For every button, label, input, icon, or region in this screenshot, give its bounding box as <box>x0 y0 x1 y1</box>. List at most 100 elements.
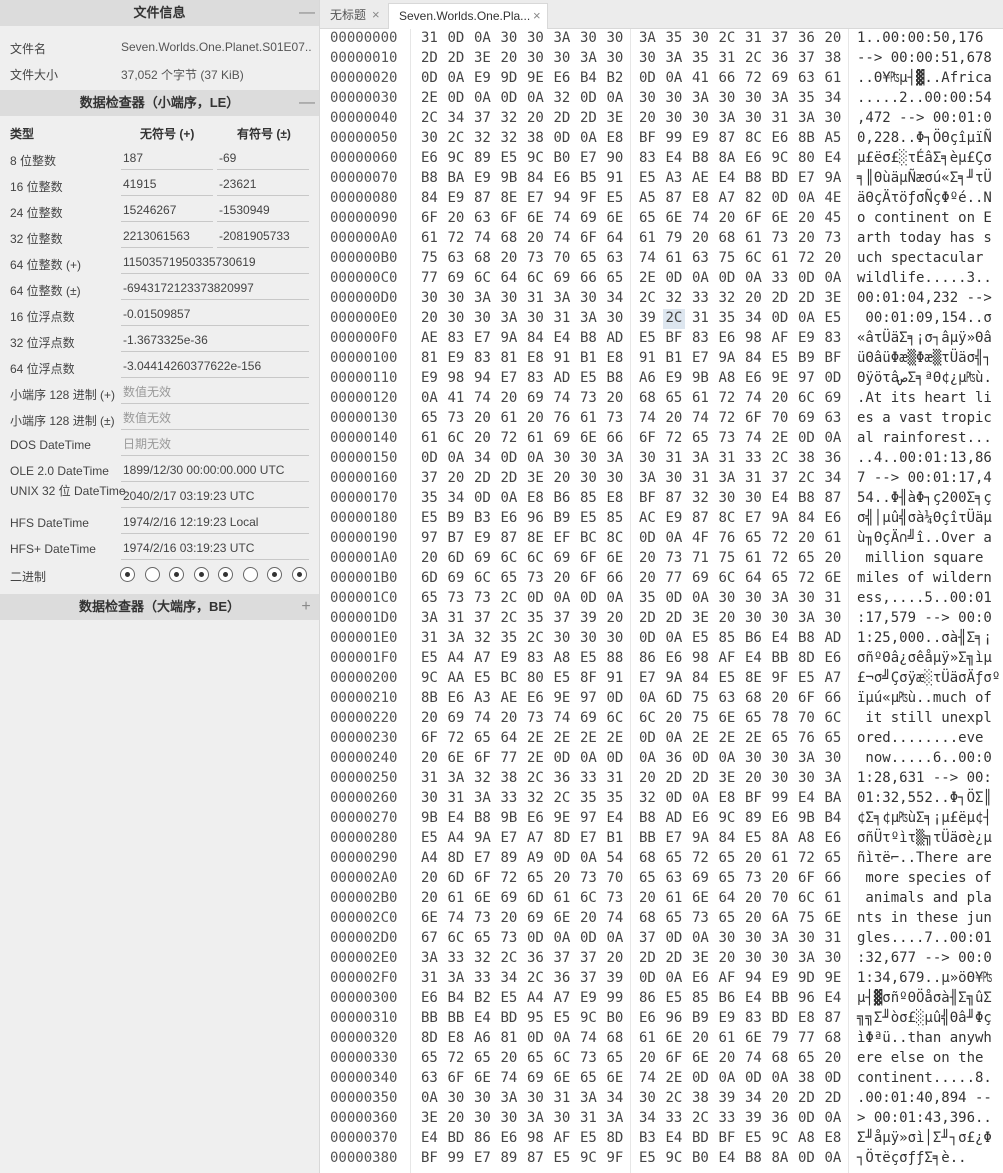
hex-byte[interactable]: 33 <box>448 950 465 966</box>
hex-byte[interactable]: 31 <box>825 930 842 946</box>
hex-byte[interactable]: E9 <box>692 130 709 146</box>
hex-byte[interactable]: 0A <box>580 130 597 146</box>
hex-byte[interactable]: 65 <box>719 850 736 866</box>
hex-byte[interactable]: E6 <box>745 370 762 386</box>
hex-byte[interactable]: B9 <box>692 1010 709 1026</box>
hex-byte[interactable]: E7 <box>666 830 683 846</box>
ascii-text[interactable]: al rainforest... <box>857 430 992 446</box>
hex-byte[interactable]: 0D <box>580 590 597 606</box>
hex-byte[interactable]: 8D <box>554 830 571 846</box>
hex-byte[interactable]: 2D <box>666 770 683 786</box>
hex-byte[interactable]: 0D <box>474 490 491 506</box>
hex-byte[interactable]: 0D <box>580 930 597 946</box>
hex-byte[interactable]: 61 <box>692 390 709 406</box>
hex-byte[interactable]: 72 <box>772 550 789 566</box>
hex-byte[interactable]: E4 <box>421 1130 438 1146</box>
hex-byte[interactable]: 61 <box>719 1030 736 1046</box>
hex-byte[interactable]: B1 <box>607 830 624 846</box>
hex-byte[interactable]: 4F <box>692 530 709 546</box>
hex-byte[interactable]: B8 <box>639 810 656 826</box>
hex-byte[interactable]: 0A <box>692 790 709 806</box>
hex-byte[interactable]: 8A <box>719 150 736 166</box>
hex-byte[interactable]: E5 <box>719 670 736 686</box>
hex-byte[interactable]: 98 <box>527 1130 544 1146</box>
hex-byte[interactable]: 2E <box>639 270 656 286</box>
hex-byte[interactable]: 80 <box>798 150 815 166</box>
hex-byte[interactable]: BA <box>825 790 842 806</box>
hex-byte[interactable]: 0D <box>554 850 571 866</box>
hex-byte[interactable]: E4 <box>825 990 842 1006</box>
hex-byte[interactable]: 61 <box>639 230 656 246</box>
hex-byte[interactable]: 0A <box>421 390 438 406</box>
hex-byte[interactable]: 6F <box>798 870 815 886</box>
hex-byte[interactable]: AD <box>607 330 624 346</box>
hex-byte[interactable]: 33 <box>772 270 789 286</box>
hex-byte[interactable]: 0A <box>474 90 491 106</box>
hex-byte[interactable]: BC <box>501 670 518 686</box>
hex-byte[interactable]: 61 <box>772 850 789 866</box>
hex-byte[interactable]: 30 <box>745 950 762 966</box>
hex-byte[interactable]: 65 <box>580 250 597 266</box>
hex-byte[interactable]: 6E <box>825 910 842 926</box>
hex-byte[interactable]: A7 <box>554 990 571 1006</box>
hex-byte[interactable]: 36 <box>554 970 571 986</box>
hex-byte[interactable]: 3A <box>554 30 571 46</box>
hex-byte[interactable]: 61 <box>772 250 789 266</box>
hex-byte[interactable]: 2C <box>501 590 518 606</box>
hex-byte[interactable]: 65 <box>666 390 683 406</box>
hex-byte[interactable]: 0D <box>666 270 683 286</box>
hex-byte[interactable]: E4 <box>719 1150 736 1166</box>
hex-byte[interactable]: E7 <box>580 830 597 846</box>
hex-byte[interactable]: 6E <box>554 910 571 926</box>
hex-byte[interactable]: 20 <box>639 890 656 906</box>
hex-byte[interactable]: EF <box>554 530 571 546</box>
hex-byte[interactable]: 8D <box>798 650 815 666</box>
hex-byte[interactable]: 36 <box>666 750 683 766</box>
hex-byte[interactable]: 35 <box>719 310 736 326</box>
hex-byte[interactable]: 4E <box>825 190 842 206</box>
ascii-text[interactable]: 54..Φ╢àΦ┐ç200Σ╕ç <box>857 490 992 506</box>
hex-byte[interactable]: 31 <box>554 1090 571 1106</box>
hex-byte[interactable]: E9 <box>772 970 789 986</box>
hex-byte[interactable]: 35 <box>580 790 597 806</box>
ascii-text[interactable]: gles....7..00:01 <box>857 930 992 946</box>
hex-row[interactable]: 00000130 65 73 20 61 20 76 61 73 74 20 74 72 6F 70 69 63… <box>320 409 1003 429</box>
hex-byte[interactable]: 0A <box>639 750 656 766</box>
hex-byte[interactable]: 30 <box>825 110 842 126</box>
hex-byte[interactable]: 9D <box>501 70 518 86</box>
hex-byte[interactable]: 99 <box>772 790 789 806</box>
hex-byte[interactable]: E6 <box>554 170 571 186</box>
hex-byte[interactable]: 65 <box>666 850 683 866</box>
hex-byte[interactable]: 3A <box>772 930 789 946</box>
hex-byte[interactable]: 32 <box>666 290 683 306</box>
hex-byte[interactable]: 0A <box>666 630 683 646</box>
bit-radio[interactable] <box>291 567 307 582</box>
hex-byte[interactable]: 70 <box>772 410 789 426</box>
hex-byte[interactable]: 20 <box>501 1050 518 1066</box>
hex-byte[interactable]: 35 <box>666 30 683 46</box>
ascii-text[interactable]: Σ╜åµÿ»σì│Σ╜┐σ£¿Φ <box>857 1130 992 1146</box>
hex-byte[interactable]: 68 <box>719 230 736 246</box>
hex-byte[interactable]: A8 <box>798 830 815 846</box>
hex-byte[interactable]: E9 <box>421 370 438 386</box>
hex-byte[interactable]: 65 <box>825 730 842 746</box>
value-field[interactable]: 日期无效 <box>121 434 309 456</box>
hex-byte[interactable]: 6C <box>501 550 518 566</box>
hex-byte[interactable]: 20 <box>745 290 762 306</box>
hex-byte[interactable]: E9 <box>719 1010 736 1026</box>
hex-byte[interactable]: 30 <box>745 110 762 126</box>
ascii-text[interactable]: now.....6..00:0 <box>857 750 991 766</box>
hex-byte[interactable]: 20 <box>772 390 789 406</box>
hex-row[interactable]: 00000320 8D E8 A6 81 0D 0A 74 68 61 6E 20 61 6E 79 77 68… <box>320 1029 1003 1049</box>
ascii-text[interactable]: :17,579 --> 00:0 <box>857 610 992 626</box>
hex-byte[interactable]: 30 <box>554 630 571 646</box>
hex-byte[interactable]: 71 <box>692 550 709 566</box>
hex-byte[interactable]: 30 <box>607 630 624 646</box>
hex-byte[interactable]: 63 <box>798 70 815 86</box>
hex-byte[interactable]: 97 <box>421 530 438 546</box>
hex-byte[interactable]: 30 <box>825 750 842 766</box>
hex-byte[interactable]: 77 <box>666 570 683 586</box>
hex-byte[interactable]: 63 <box>666 870 683 886</box>
hex-byte[interactable]: 9C <box>580 1010 597 1026</box>
hex-byte[interactable]: B1 <box>580 350 597 366</box>
